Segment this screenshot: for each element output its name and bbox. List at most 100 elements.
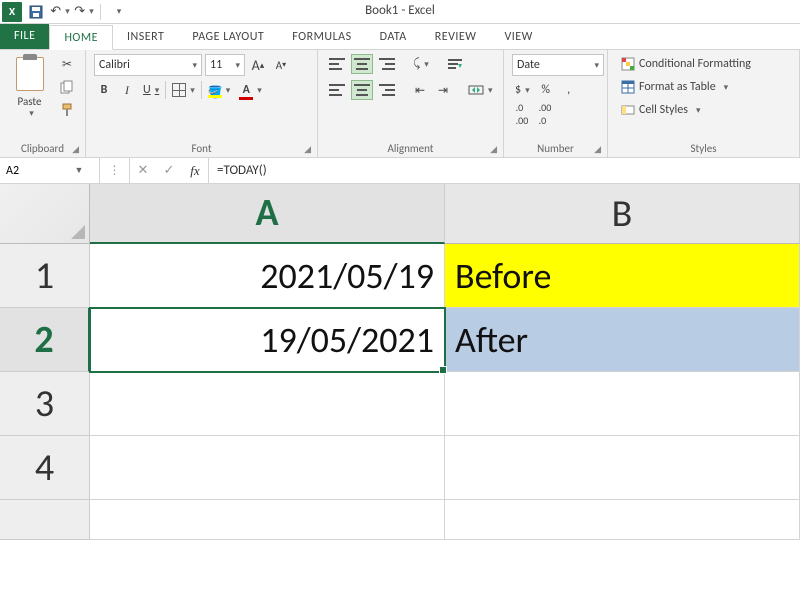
row-header-4[interactable]: 4 — [0, 436, 90, 500]
cell-styles-button[interactable]: Cell Styles▾ — [616, 100, 706, 120]
italic-button[interactable]: I — [117, 80, 137, 100]
name-box-dropdown-icon[interactable]: ▼ — [70, 165, 88, 176]
accounting-format-button[interactable]: $▾ — [512, 80, 533, 100]
formula-input[interactable] — [209, 163, 800, 178]
decrease-decimal-icon[interactable]: .00.0 — [535, 104, 555, 124]
font-color-button[interactable]: A▾ — [236, 80, 265, 100]
paste-button[interactable]: Paste ▾ — [8, 54, 51, 122]
tab-data[interactable]: DATA — [366, 24, 421, 49]
row-3: 3 — [0, 372, 800, 436]
column-header-a[interactable]: A — [90, 184, 445, 244]
group-label-alignment: Alignment◢ — [326, 140, 495, 155]
cut-icon[interactable]: ✂ — [57, 54, 77, 74]
decrease-font-icon[interactable]: A▾ — [271, 55, 291, 75]
fill-color-button[interactable]: 🪣▾ — [205, 80, 234, 100]
font-size-combo[interactable]: 11▾ — [205, 54, 245, 76]
font-name-combo[interactable]: Calibri▾ — [94, 54, 202, 76]
font-dialog-launcher-icon[interactable]: ◢ — [304, 144, 311, 155]
cell-b1[interactable]: Before — [445, 244, 800, 308]
align-middle-icon[interactable] — [351, 54, 373, 74]
cell-a2[interactable]: 19/05/2021 — [90, 308, 445, 372]
name-box[interactable]: ▼ — [0, 158, 100, 183]
tab-formulas[interactable]: FORMULAS — [278, 24, 365, 49]
name-box-input[interactable] — [0, 164, 70, 178]
alignment-dialog-launcher-icon[interactable]: ◢ — [490, 144, 497, 155]
cancel-formula-icon[interactable]: ✕ — [130, 163, 156, 178]
group-label-styles: Styles — [616, 140, 791, 155]
clipboard-icon — [16, 57, 44, 91]
tab-review[interactable]: REVIEW — [421, 24, 491, 49]
cell-b5[interactable] — [445, 500, 800, 540]
cell-b2[interactable]: After — [445, 308, 800, 372]
cell-b4[interactable] — [445, 436, 800, 500]
orientation-icon[interactable]: ⤹▾ — [410, 54, 432, 74]
column-header-b[interactable]: B — [445, 184, 800, 244]
underline-button[interactable]: U▾ — [140, 80, 162, 100]
excel-logo-icon: X — [2, 2, 22, 22]
number-dialog-launcher-icon[interactable]: ◢ — [594, 144, 601, 155]
enter-formula-icon[interactable]: ✓ — [156, 163, 182, 178]
align-left-icon[interactable] — [326, 80, 348, 100]
row-4: 4 — [0, 436, 800, 500]
cell-styles-icon — [621, 103, 635, 117]
borders-button[interactable]: ▾ — [169, 80, 198, 100]
comma-format-button[interactable]: , — [559, 80, 579, 100]
undo-icon[interactable]: ↶▾ — [50, 3, 70, 21]
formula-bar-buttons: ✕ ✓ fx — [130, 158, 209, 183]
cell-a3[interactable] — [90, 372, 445, 436]
wrap-text-icon[interactable] — [444, 54, 466, 74]
tab-home[interactable]: HOME — [49, 25, 113, 50]
increase-indent-icon[interactable]: ⇥ — [433, 80, 453, 100]
align-center-icon[interactable] — [351, 80, 373, 100]
paint-bucket-icon: 🪣 — [208, 85, 222, 95]
copy-icon[interactable] — [57, 77, 77, 97]
fx-icon[interactable]: fx — [182, 163, 208, 179]
align-bottom-icon[interactable] — [376, 54, 398, 74]
row-2: 2 19/05/2021 After — [0, 308, 800, 372]
cell-a5[interactable] — [90, 500, 445, 540]
save-icon[interactable] — [26, 3, 46, 21]
border-icon — [172, 83, 186, 97]
conditional-formatting-button[interactable]: Conditional Formatting — [616, 54, 756, 74]
group-styles: Conditional Formatting Format as Table▾ … — [608, 50, 800, 157]
ribbon-tabs: FILE HOME INSERT PAGE LAYOUT FORMULAS DA… — [0, 24, 800, 50]
font-color-icon: A — [239, 83, 253, 97]
format-as-table-button[interactable]: Format as Table▾ — [616, 77, 733, 97]
paste-label: Paste — [18, 95, 42, 108]
select-all-corner[interactable] — [0, 184, 90, 244]
table-icon — [621, 80, 635, 94]
group-font: Calibri▾ 11▾ A▴ A▾ B I U▾ ▾ 🪣▾ A▾ Font◢ — [86, 50, 318, 157]
ribbon: Paste ▾ ✂ Clipboard◢ Calibri▾ 11▾ A▴ A▾ — [0, 50, 800, 158]
group-alignment: ⤹▾ ⇤ ⇥ ▾ Alignment◢ — [318, 50, 504, 157]
qat-customize-icon[interactable]: ▾ — [107, 3, 127, 21]
row-header-5[interactable] — [0, 500, 90, 540]
tab-page-layout[interactable]: PAGE LAYOUT — [178, 24, 278, 49]
row-header-3[interactable]: 3 — [0, 372, 90, 436]
group-label-font: Font◢ — [94, 140, 309, 155]
increase-decimal-icon[interactable]: .0.00 — [512, 104, 532, 124]
cell-b3[interactable] — [445, 372, 800, 436]
align-right-icon[interactable] — [376, 80, 398, 100]
align-top-icon[interactable] — [326, 54, 348, 74]
tab-insert[interactable]: INSERT — [113, 24, 178, 49]
tab-view[interactable]: VIEW — [490, 24, 546, 49]
format-painter-icon[interactable] — [57, 100, 77, 120]
formula-bar: ▼ ⋮ ✕ ✓ fx — [0, 158, 800, 184]
column-headers: A B — [0, 184, 800, 244]
increase-font-icon[interactable]: A▴ — [248, 55, 268, 75]
cell-a4[interactable] — [90, 436, 445, 500]
merge-center-icon[interactable]: ▾ — [465, 80, 496, 100]
window-title: Book1 - Excel — [365, 3, 435, 18]
row-header-1[interactable]: 1 — [0, 244, 90, 308]
bold-button[interactable]: B — [94, 80, 114, 100]
conditional-formatting-icon — [621, 57, 635, 71]
percent-format-button[interactable]: % — [536, 80, 556, 100]
row-header-2[interactable]: 2 — [0, 308, 90, 372]
tab-file[interactable]: FILE — [0, 23, 49, 49]
clipboard-dialog-launcher-icon[interactable]: ◢ — [72, 144, 79, 155]
decrease-indent-icon[interactable]: ⇤ — [410, 80, 430, 100]
cell-a1[interactable]: 2021/05/19 — [90, 244, 445, 308]
redo-icon[interactable]: ↷▾ — [74, 3, 94, 21]
number-format-combo[interactable]: Date▾ — [512, 54, 604, 76]
title-bar: X ↶▾ ↷▾ ▾ Book1 - Excel — [0, 0, 800, 24]
